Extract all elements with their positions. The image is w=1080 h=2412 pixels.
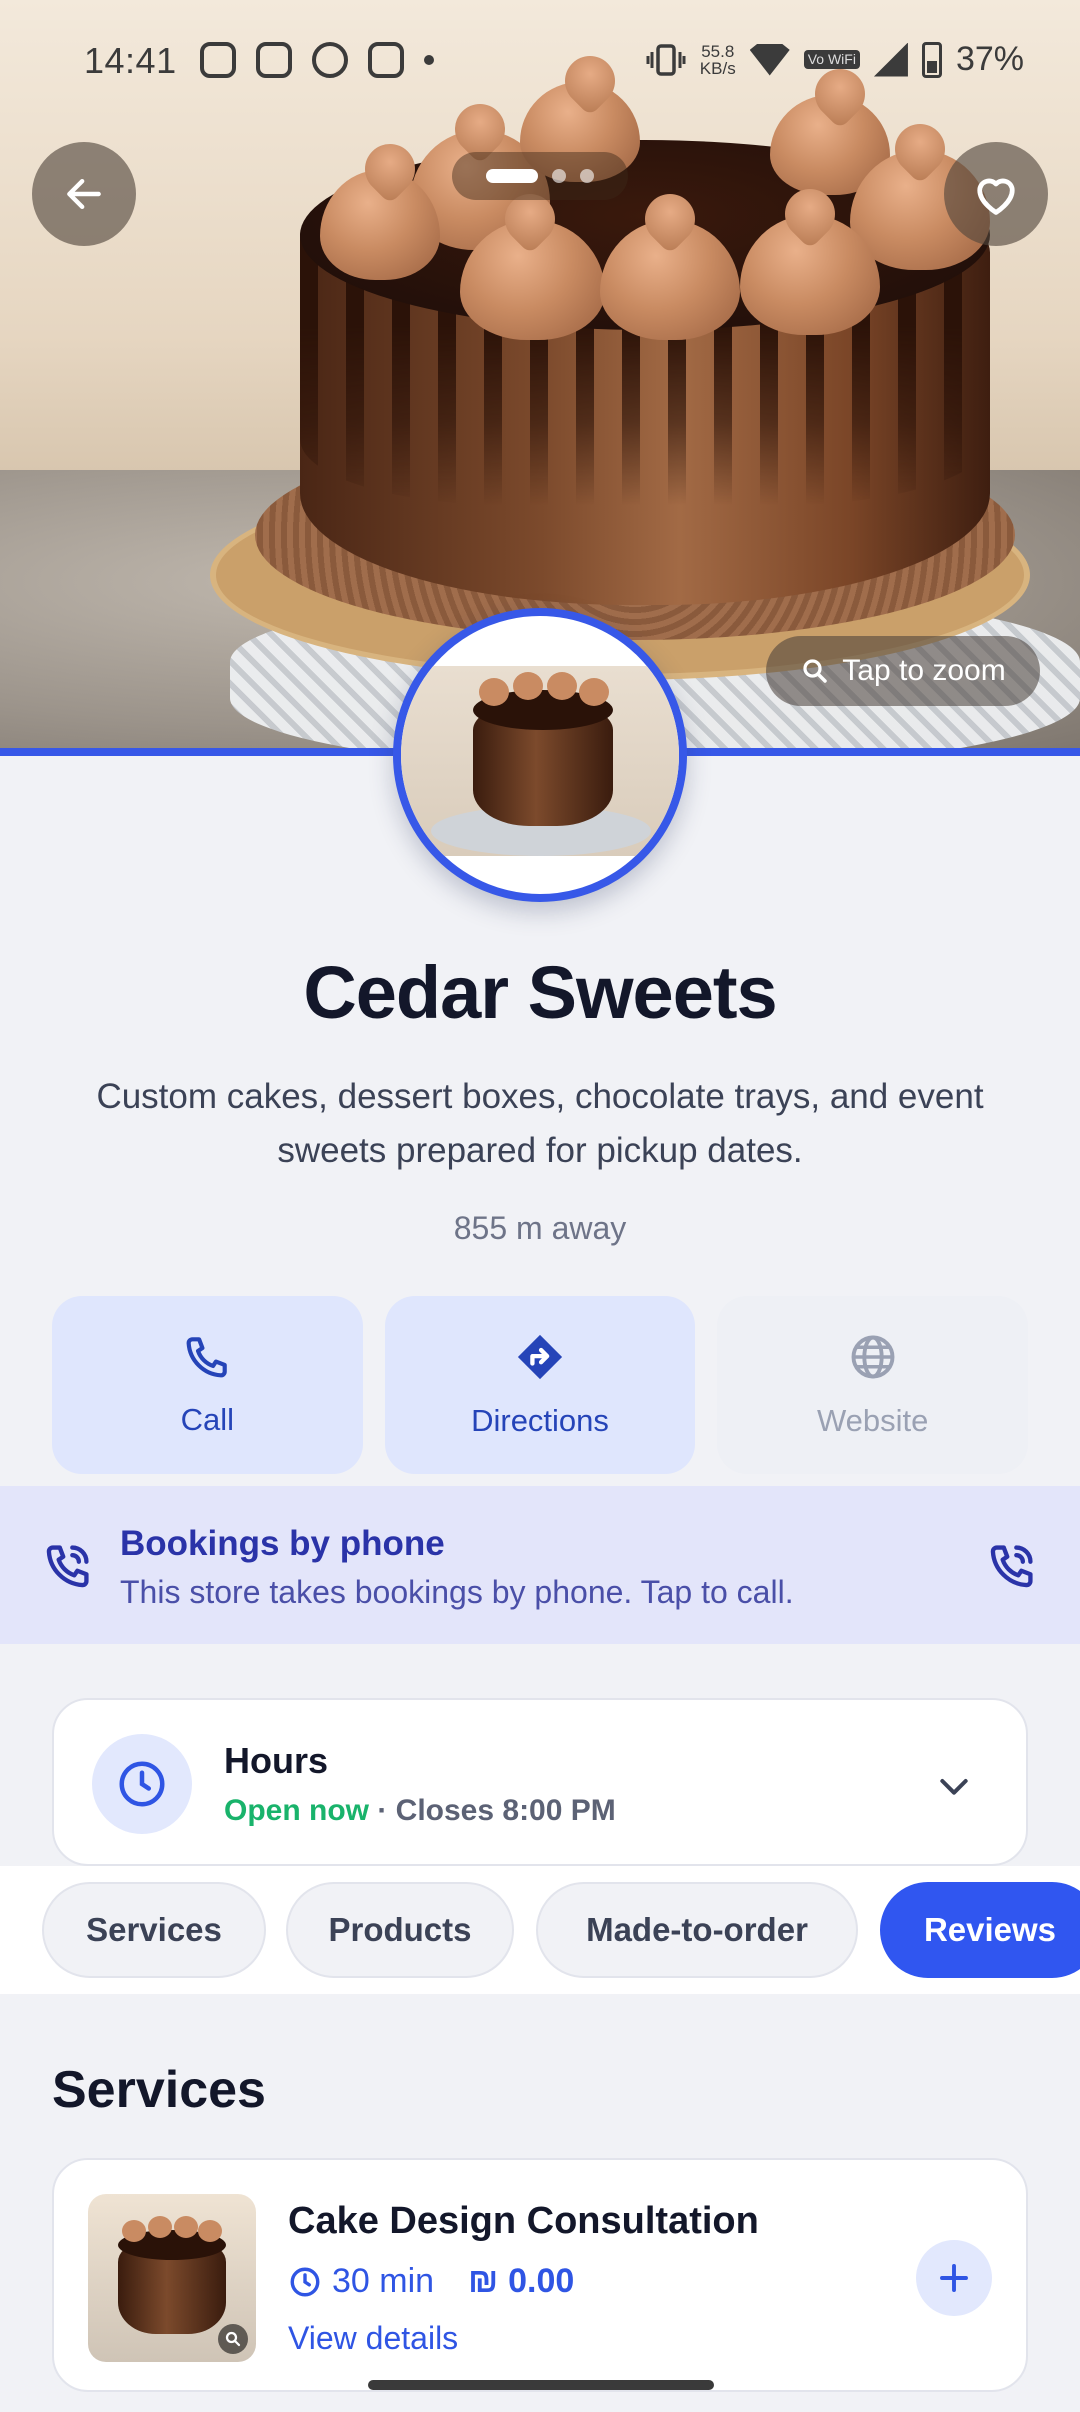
thumbnail-swirl bbox=[174, 2216, 198, 2238]
currency-symbol: ₪ bbox=[468, 2262, 499, 2300]
favorite-button[interactable] bbox=[944, 142, 1048, 246]
bookings-title: Bookings by phone bbox=[120, 1524, 445, 1563]
services-heading: Services bbox=[52, 2061, 266, 2119]
service-card[interactable]: Cake Design Consultation 30 min ₪ 0.00 V… bbox=[52, 2158, 1028, 2392]
plus-icon bbox=[940, 2264, 968, 2292]
call-label: Call bbox=[180, 1402, 235, 1437]
phone-icon bbox=[186, 1337, 228, 1378]
battery-icon bbox=[921, 41, 942, 78]
directions-icon bbox=[517, 1334, 563, 1380]
chevron-down-icon[interactable] bbox=[934, 1766, 974, 1806]
net-speed-value: 55.8 bbox=[701, 41, 735, 61]
store-distance: 855 m away bbox=[453, 1210, 627, 1246]
pager-dot[interactable] bbox=[580, 169, 594, 183]
directions-label: Directions bbox=[471, 1403, 609, 1438]
notification-icons bbox=[200, 42, 434, 78]
globe-icon bbox=[851, 1335, 895, 1379]
tab-made-to-order[interactable]: Made-to-order bbox=[536, 1882, 858, 1978]
home-indicator[interactable] bbox=[368, 2380, 714, 2390]
net-speed-unit: KB/s bbox=[699, 58, 736, 78]
service-meta: 30 min ₪ 0.00 bbox=[288, 2262, 574, 2301]
hours-title: Hours bbox=[224, 1740, 329, 1781]
service-thumbnail[interactable] bbox=[88, 2194, 256, 2362]
avatar-swirl bbox=[479, 678, 509, 706]
tap-to-zoom-label: Tap to zoom bbox=[842, 654, 1006, 687]
avatar-swirl bbox=[547, 672, 577, 700]
wifi-icon bbox=[749, 43, 790, 76]
vibrate-icon bbox=[646, 43, 686, 76]
more-notifications-icon bbox=[424, 55, 434, 65]
call-button[interactable]: Call bbox=[52, 1296, 363, 1474]
view-details-link[interactable]: View details bbox=[288, 2320, 458, 2357]
avatar-swirl bbox=[579, 678, 609, 706]
clock-icon bbox=[119, 1761, 165, 1807]
heart-icon bbox=[977, 178, 1015, 215]
service-price: 0.00 bbox=[508, 2262, 575, 2300]
status-time: 14:41 bbox=[84, 40, 177, 81]
zoom-icon bbox=[218, 2324, 248, 2354]
linkedin-icon bbox=[368, 42, 404, 78]
service-name: Cake Design Consultation bbox=[288, 2200, 759, 2242]
signal-icon bbox=[873, 42, 908, 77]
clock-icon-badge bbox=[92, 1734, 192, 1834]
bookings-by-phone-banner[interactable]: Bookings by phone This store takes booki… bbox=[0, 1486, 1080, 1644]
service-duration: 30 min bbox=[332, 2262, 435, 2300]
tab-reviews[interactable]: Reviews bbox=[880, 1882, 1080, 1978]
thumbnail-swirl bbox=[122, 2220, 146, 2242]
instagram-icon bbox=[256, 42, 292, 78]
pager-dot[interactable] bbox=[552, 169, 566, 183]
phone-call-icon bbox=[46, 1545, 89, 1588]
closing-time: · Closes 8:00 PM bbox=[377, 1794, 616, 1827]
instagram-icon bbox=[200, 42, 236, 78]
store-name: Cedar Sweets bbox=[303, 951, 777, 1034]
store-avatar[interactable] bbox=[393, 608, 687, 902]
thumbnail-swirl bbox=[148, 2216, 172, 2238]
avatar-swirl bbox=[513, 672, 543, 700]
app-notification-icon bbox=[312, 42, 348, 78]
arrow-left-icon bbox=[67, 178, 101, 210]
bookings-subtitle: This store takes bookings by phone. Tap … bbox=[120, 1574, 794, 1610]
action-buttons: Call Directions Website bbox=[52, 1296, 1029, 1474]
battery-level: 37% bbox=[955, 40, 1024, 78]
tap-to-zoom-button[interactable]: Tap to zoom bbox=[766, 636, 1040, 706]
website-label: Website bbox=[816, 1403, 929, 1438]
store-description: Custom cakes, dessert boxes, chocolate t… bbox=[96, 1077, 984, 1170]
network-speed: 55.8 KB/s bbox=[700, 43, 736, 77]
add-service-button[interactable] bbox=[916, 2240, 992, 2316]
directions-button[interactable]: Directions bbox=[384, 1296, 696, 1474]
system-icons: 55.8 KB/s Vo WiFi 37% bbox=[646, 40, 1024, 79]
section-tabs: Services Products Made-to-order Reviews bbox=[0, 1866, 1080, 1994]
vowifi-icon: Vo WiFi bbox=[803, 50, 860, 69]
zoom-icon bbox=[803, 659, 828, 683]
clock-icon bbox=[290, 2267, 320, 2296]
back-button[interactable] bbox=[32, 142, 136, 246]
tab-services[interactable]: Services bbox=[42, 1882, 266, 1978]
status-bar: 14:41 55.8 KB/s Vo WiFi 37% bbox=[0, 0, 1080, 126]
hours-status: Open now · Closes 8:00 PM bbox=[224, 1794, 616, 1828]
pager-dot-active[interactable] bbox=[486, 169, 538, 183]
website-button[interactable]: Website bbox=[717, 1296, 1029, 1474]
tab-products[interactable]: Products bbox=[286, 1882, 514, 1978]
hours-card[interactable]: Hours Open now · Closes 8:00 PM bbox=[52, 1698, 1028, 1866]
open-now-label: Open now bbox=[224, 1794, 369, 1827]
phone-call-icon[interactable] bbox=[986, 1540, 1038, 1592]
thumbnail-swirl bbox=[198, 2220, 222, 2242]
image-pager-dots[interactable] bbox=[452, 152, 628, 200]
